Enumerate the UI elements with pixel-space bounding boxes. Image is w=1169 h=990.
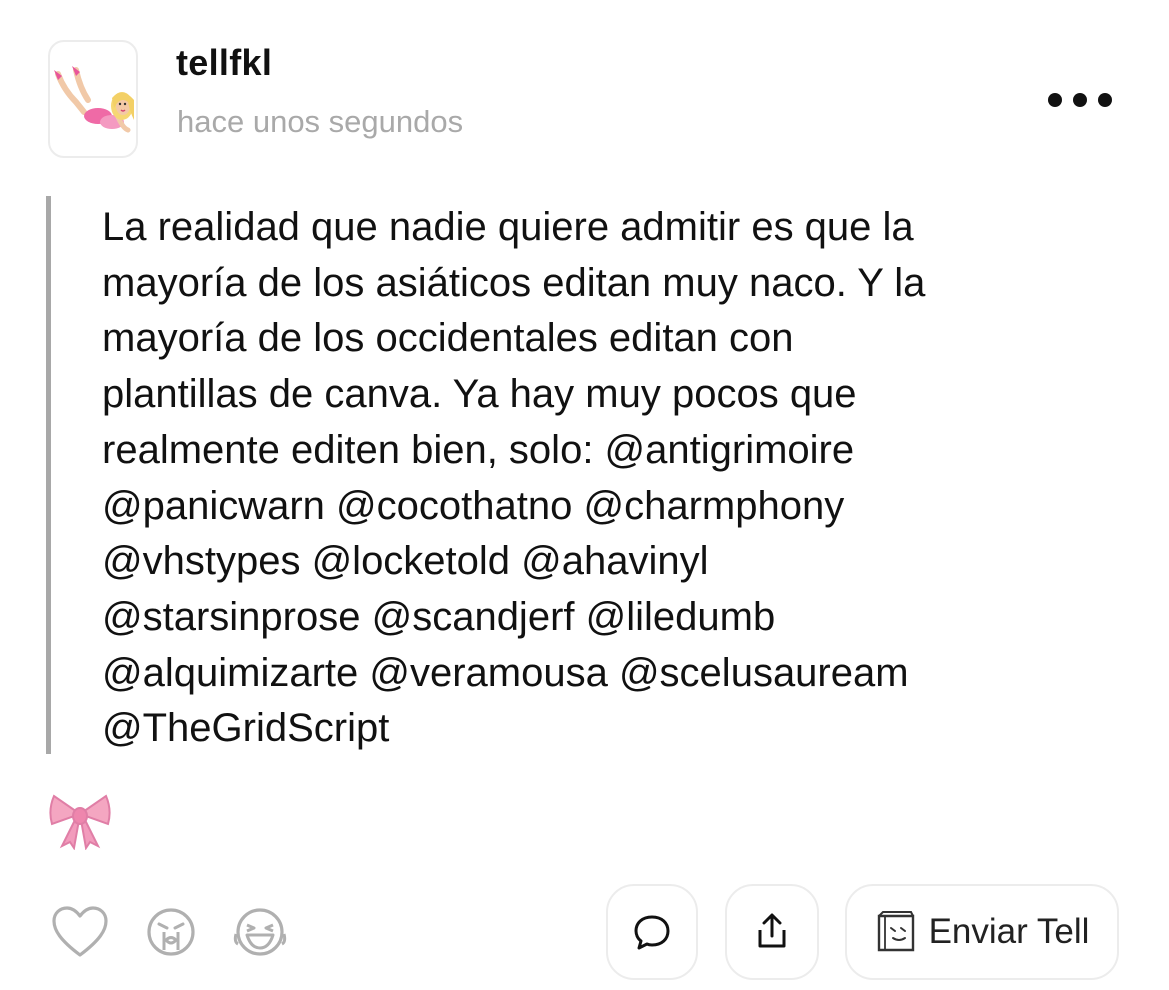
avatar-doll-sticker bbox=[54, 66, 134, 133]
send-tell-label: Enviar Tell bbox=[928, 912, 1090, 951]
heart-icon bbox=[52, 906, 108, 957]
username[interactable]: tellfkl bbox=[176, 42, 272, 84]
share-upload-icon bbox=[758, 913, 786, 948]
crying-face-icon bbox=[147, 908, 195, 956]
laughing-face-icon bbox=[233, 908, 287, 956]
share-button[interactable] bbox=[725, 884, 819, 980]
more-dots-icon bbox=[1048, 93, 1112, 107]
more-options-button[interactable] bbox=[1040, 82, 1120, 118]
paper-bag-icon bbox=[877, 911, 914, 952]
avatar[interactable] bbox=[48, 40, 138, 158]
cry-reaction-button[interactable] bbox=[144, 904, 204, 960]
bow-emoji bbox=[48, 790, 112, 851]
comment-button[interactable] bbox=[606, 884, 698, 980]
post-text: La realidad que nadie quiere admitir es … bbox=[102, 205, 926, 751]
comment-bubble-icon bbox=[634, 915, 670, 950]
post-timestamp: hace unos segundos bbox=[177, 104, 464, 139]
like-button[interactable] bbox=[50, 904, 110, 960]
send-tell-button[interactable]: Enviar Tell bbox=[845, 884, 1119, 980]
laugh-reaction-button[interactable] bbox=[232, 904, 292, 960]
